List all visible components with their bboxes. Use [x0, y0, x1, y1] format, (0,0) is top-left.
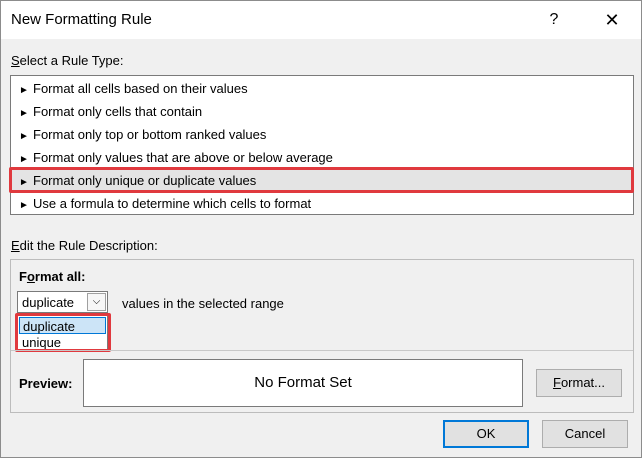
title-bar: New Formatting Rule ? ✕ — [1, 1, 641, 39]
format-button[interactable]: Format... — [536, 369, 622, 397]
rule-item-top-bottom[interactable]: ► Format only top or bottom ranked values — [19, 124, 266, 146]
rule-item-above-below-average[interactable]: ► Format only values that are above or be… — [19, 147, 333, 169]
new-formatting-rule-dialog: New Formatting Rule ? ✕ Select a Rule Ty… — [0, 0, 642, 458]
format-all-label: Format all: — [19, 269, 86, 284]
arrow-icon: ► — [19, 85, 29, 96]
format-all-combo[interactable]: duplicate ⌵ — [17, 291, 108, 313]
rule-item-all-cells[interactable]: ► Format all cells based on their values — [19, 78, 248, 100]
cancel-button[interactable]: Cancel — [542, 420, 628, 448]
rule-type-label: Select a Rule Type: — [11, 53, 124, 68]
arrow-icon: ► — [19, 131, 29, 142]
combo-value: duplicate — [22, 295, 75, 310]
preview-label: Preview: — [19, 376, 73, 391]
selected-rule-highlight — [9, 167, 634, 193]
divider — [11, 350, 633, 351]
help-button[interactable]: ? — [541, 7, 567, 33]
rule-item-cells-contain[interactable]: ► Format only cells that contain — [19, 101, 202, 123]
rule-description-label: Edit the Rule Description: — [11, 238, 158, 253]
arrow-icon: ► — [19, 200, 29, 211]
close-button[interactable]: ✕ — [597, 7, 627, 33]
dialog-title: New Formatting Rule — [11, 11, 152, 28]
combo-suffix-text: values in the selected range — [122, 296, 284, 311]
arrow-icon: ► — [19, 108, 29, 119]
rule-type-list[interactable]: ► Format all cells based on their values … — [10, 75, 634, 215]
ok-button[interactable]: OK — [443, 420, 529, 448]
dropdown-highlight — [15, 313, 111, 352]
chevron-down-icon[interactable]: ⌵ — [87, 293, 106, 311]
rule-item-formula[interactable]: ► Use a formula to determine which cells … — [19, 193, 311, 215]
preview-box: No Format Set — [83, 359, 523, 407]
